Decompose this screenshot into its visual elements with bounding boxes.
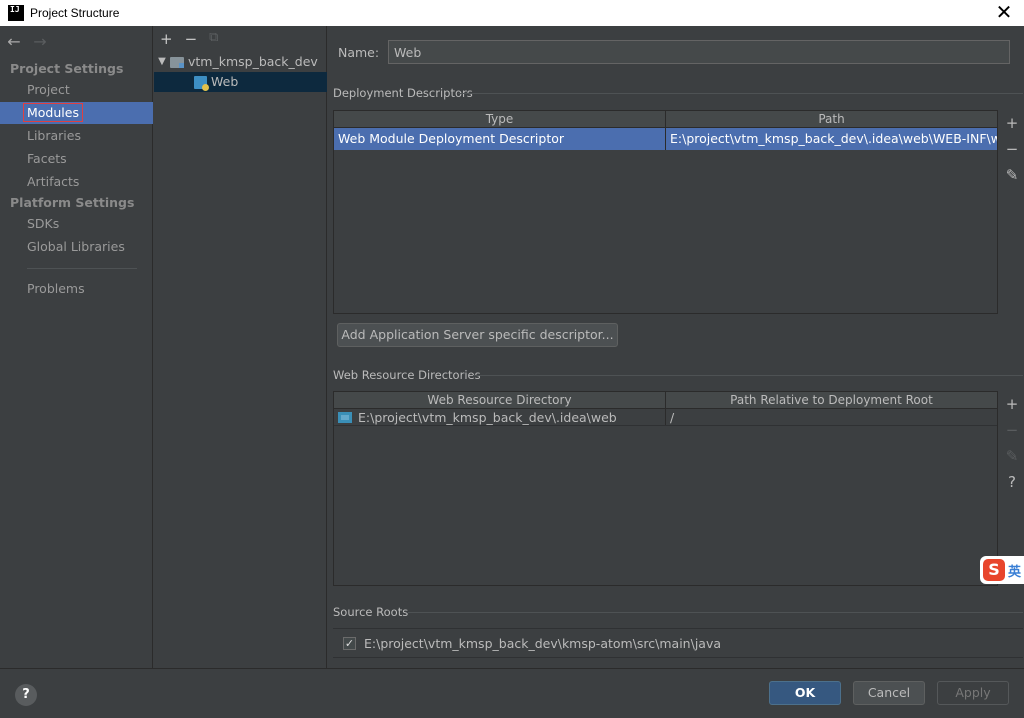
tree-node-web[interactable]: Web bbox=[154, 72, 327, 92]
help-icon[interactable]: ? bbox=[15, 684, 37, 706]
ok-button[interactable]: OK bbox=[769, 681, 841, 705]
sidebar-item-modules[interactable]: Modules bbox=[0, 102, 153, 124]
back-arrow-icon[interactable]: ← bbox=[6, 32, 22, 51]
web-folder-icon bbox=[338, 412, 352, 423]
add-server-descriptor-button[interactable]: Add Application Server specific descript… bbox=[337, 323, 618, 347]
table-row[interactable]: E:\project\vtm_kmsp_back_dev\.idea\web / bbox=[334, 409, 997, 426]
sidebar-item-facets[interactable]: Facets bbox=[0, 148, 153, 170]
copy-icon[interactable]: ⧉ bbox=[209, 30, 218, 48]
edit-pencil-icon[interactable]: ✎ bbox=[1006, 443, 1019, 469]
module-tree-panel: + − ⧉ ▼ vtm_kmsp_back_dev Web bbox=[154, 26, 327, 668]
sogou-logo-icon: S bbox=[983, 559, 1005, 581]
add-icon[interactable]: + bbox=[160, 30, 173, 48]
column-header-relative-path[interactable]: Path Relative to Deployment Root bbox=[666, 392, 997, 408]
forward-arrow-icon[interactable]: → bbox=[32, 32, 48, 51]
group-divider bbox=[473, 375, 1023, 376]
name-label: Name: bbox=[338, 44, 380, 60]
settings-sidebar: ← → Project Settings Project Modules Lib… bbox=[0, 26, 153, 668]
name-field[interactable] bbox=[388, 40, 1010, 64]
dialog-footer: ? OK Cancel Apply bbox=[0, 668, 1024, 718]
add-icon[interactable]: + bbox=[1006, 391, 1019, 417]
web-resource-table: Web Resource Directory Path Relative to … bbox=[333, 391, 998, 586]
relative-path-cell: / bbox=[670, 410, 675, 425]
group-divider bbox=[408, 612, 1023, 613]
sidebar-item-project[interactable]: Project bbox=[0, 79, 153, 101]
tree-node-web-label: Web bbox=[211, 74, 239, 89]
web-resource-side-toolbar: + − ✎ ? bbox=[1000, 391, 1024, 495]
cancel-button[interactable]: Cancel bbox=[853, 681, 925, 705]
title-bar: IJ Project Structure ✕ bbox=[0, 0, 1024, 26]
edit-pencil-icon[interactable]: ✎ bbox=[1006, 162, 1019, 188]
nav-arrows: ← → bbox=[6, 32, 48, 51]
source-root-path: E:\project\vtm_kmsp_back_dev\kmsp-atom\s… bbox=[364, 635, 722, 651]
help-question-icon[interactable]: ? bbox=[1008, 469, 1016, 495]
ime-mode-label: 英 bbox=[1008, 564, 1022, 580]
close-icon[interactable]: ✕ bbox=[994, 2, 1014, 22]
deployment-descriptors-title: Deployment Descriptors bbox=[333, 86, 473, 100]
name-row: Name: bbox=[338, 40, 1010, 64]
expand-arrow-icon[interactable]: ▼ bbox=[154, 52, 170, 72]
add-icon[interactable]: + bbox=[1006, 110, 1019, 136]
source-root-checkbox[interactable]: ✓ bbox=[343, 636, 356, 650]
deployment-side-toolbar: + − ✎ bbox=[1000, 110, 1024, 188]
project-settings-header: Project Settings bbox=[10, 61, 124, 76]
web-facet-icon bbox=[194, 75, 209, 91]
intellij-app-icon: IJ bbox=[8, 5, 24, 21]
tree-node-root[interactable]: ▼ vtm_kmsp_back_dev bbox=[154, 52, 327, 72]
web-resource-directories-title: Web Resource Directories bbox=[333, 368, 481, 382]
sidebar-divider bbox=[27, 268, 137, 269]
apply-button[interactable]: Apply bbox=[937, 681, 1009, 705]
remove-icon[interactable]: − bbox=[1006, 417, 1019, 443]
sidebar-item-sdks[interactable]: SDKs bbox=[0, 213, 153, 235]
platform-settings-header: Platform Settings bbox=[10, 195, 135, 210]
deployment-descriptors-table: Type Path Web Module Deployment Descript… bbox=[333, 110, 998, 314]
web-resource-dir-cell: E:\project\vtm_kmsp_back_dev\.idea\web bbox=[334, 409, 666, 425]
window-title: Project Structure bbox=[30, 6, 120, 20]
source-root-row: ✓ E:\project\vtm_kmsp_back_dev\kmsp-atom… bbox=[333, 628, 1023, 658]
sidebar-item-artifacts[interactable]: Artifacts bbox=[0, 171, 153, 193]
sidebar-item-global-libraries[interactable]: Global Libraries bbox=[0, 236, 153, 258]
column-header-web-resource-directory[interactable]: Web Resource Directory bbox=[334, 392, 666, 408]
module-folder-icon bbox=[170, 56, 184, 68]
column-header-type[interactable]: Type bbox=[334, 111, 666, 127]
group-divider bbox=[458, 93, 1023, 94]
source-roots-title: Source Roots bbox=[333, 605, 409, 619]
table-header: Web Resource Directory Path Relative to … bbox=[334, 392, 997, 409]
column-header-path[interactable]: Path bbox=[666, 111, 997, 127]
sidebar-item-libraries[interactable]: Libraries bbox=[0, 125, 153, 147]
descriptor-type-cell: Web Module Deployment Descriptor bbox=[334, 128, 666, 150]
remove-icon[interactable]: − bbox=[185, 30, 198, 48]
sidebar-item-modules-label: Modules bbox=[23, 103, 83, 122]
remove-icon[interactable]: − bbox=[1006, 136, 1019, 162]
descriptor-path-cell: E:\project\vtm_kmsp_back_dev\.idea\web\W… bbox=[670, 131, 997, 146]
table-header: Type Path bbox=[334, 111, 997, 128]
table-row[interactable]: Web Module Deployment Descriptor E:\proj… bbox=[334, 128, 997, 150]
tree-toolbar: + − ⧉ bbox=[160, 30, 218, 48]
tree-node-root-label: vtm_kmsp_back_dev bbox=[188, 54, 318, 69]
sidebar-item-problems[interactable]: Problems bbox=[0, 278, 153, 300]
facet-settings-panel: Name: Deployment Descriptors Type Path W… bbox=[328, 26, 1024, 668]
ime-indicator[interactable]: S 英 bbox=[980, 556, 1024, 584]
